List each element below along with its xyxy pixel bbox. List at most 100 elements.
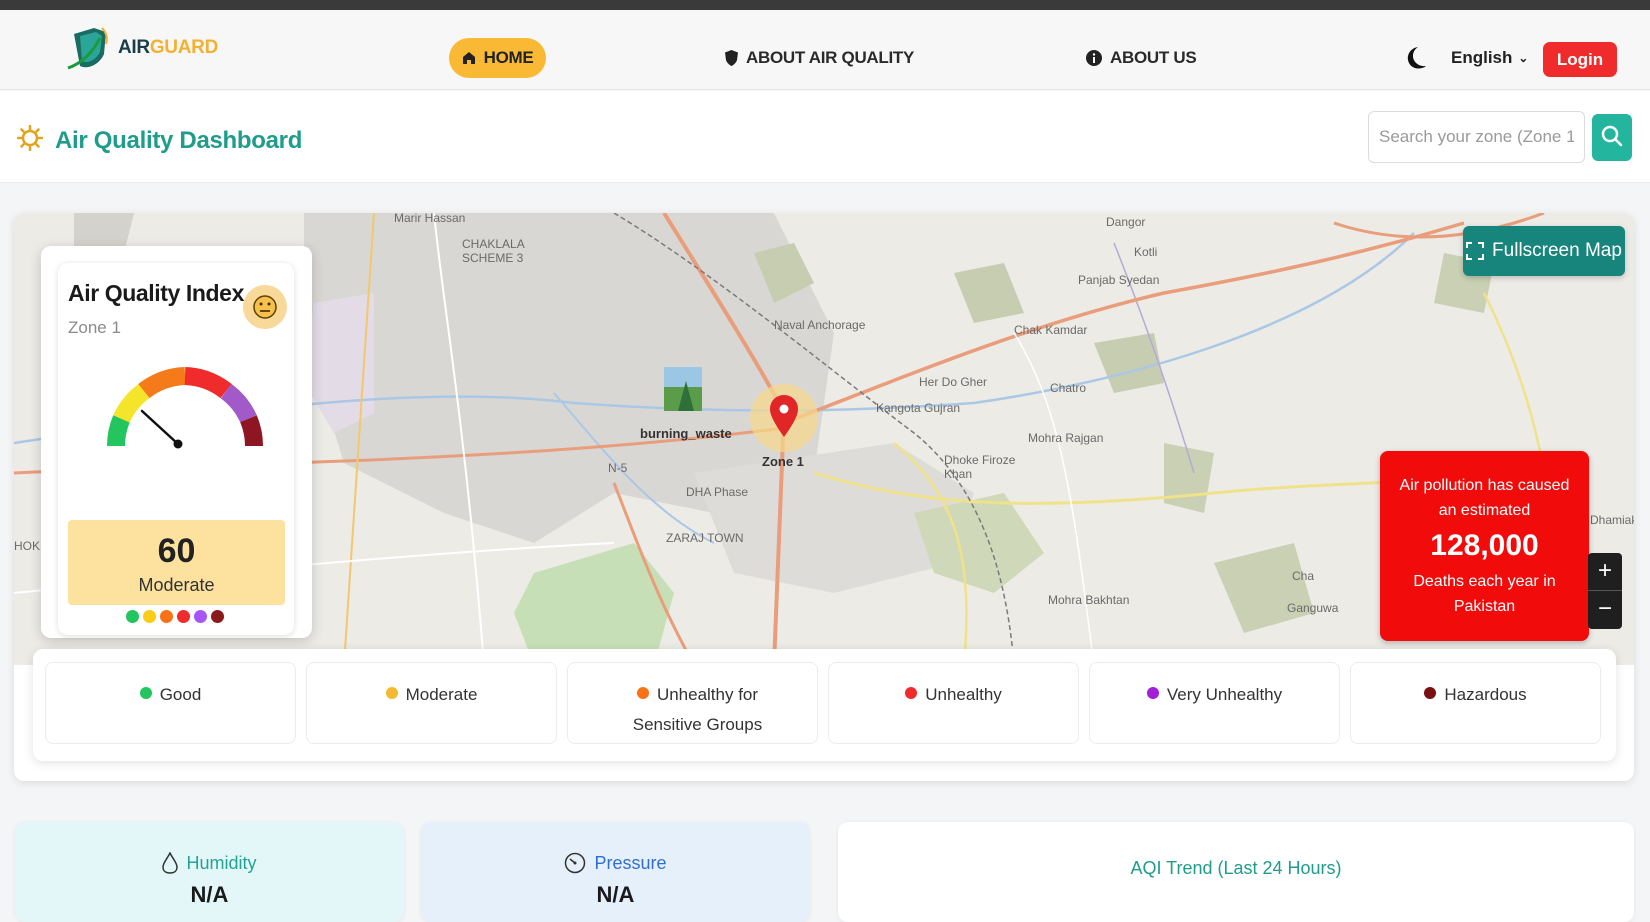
notice-intro-text: Air pollution has caused an estimated: [1399, 477, 1570, 519]
nav-about-air-quality-link[interactable]: ABOUT AIR QUALITY: [725, 38, 914, 78]
nav-home-label: HOME: [483, 48, 534, 67]
map-zoom-controls: + −: [1588, 553, 1622, 629]
map-place-label: Chak Kamdar: [1014, 323, 1088, 337]
legend-dot: [1424, 687, 1437, 699]
aqi-zone-label: Zone 1: [68, 318, 121, 337]
aqi-trend-card: AQI Trend (Last 24 Hours): [838, 822, 1634, 922]
map-place-label: Ganguwa: [1287, 601, 1339, 615]
legend-dot: [905, 687, 918, 699]
aqi-gauge: [107, 367, 263, 449]
legend-label: Very Unhealthy: [1166, 685, 1283, 704]
aqi-dot: [211, 610, 224, 623]
humidity-card: Humidity N/A: [15, 822, 404, 922]
legend-label: Unhealthy for Sensitive Groups: [632, 685, 763, 734]
dashboard-header: Air Quality Dashboard: [0, 91, 1650, 183]
map-place-label: Mohra Rajgan: [1028, 431, 1104, 445]
brand-name: AIRGUARD: [118, 37, 218, 58]
pollution-deaths-notice: Air pollution has caused an estimated 12…: [1380, 451, 1589, 641]
map-pin-icon[interactable]: [768, 395, 798, 435]
page-title: Air Quality Dashboard: [16, 124, 303, 156]
map-place-label: DHA Phase: [686, 485, 749, 499]
aqi-title: Air Quality Index: [68, 280, 244, 306]
nav-home-button[interactable]: HOME: [449, 38, 546, 78]
aqi-value: 60: [157, 532, 196, 570]
home-icon: [462, 51, 476, 65]
map-place-label: N-5: [608, 461, 628, 475]
page-title-text: Air Quality Dashboard: [55, 126, 303, 154]
search-icon: [1601, 125, 1623, 150]
login-button[interactable]: Login: [1543, 42, 1617, 77]
window-top-strip: [0, 0, 1650, 10]
aqi-dot: [143, 610, 156, 623]
pressure-label: Pressure: [594, 852, 667, 873]
nav-about-us-label: ABOUT US: [1110, 48, 1197, 67]
notice-outro-text: Deaths each year in Pakistan: [1413, 573, 1556, 615]
map-place-label: Naval Anchorage: [774, 318, 866, 332]
map-place-label: Panjab Syedan: [1078, 273, 1160, 287]
aqi-legend: Good Moderate Unhealthy for Sensitive Gr…: [33, 649, 1616, 761]
water-drop-icon: [162, 852, 179, 874]
nav-about-air-quality-label: ABOUT AIR QUALITY: [746, 48, 915, 67]
legend-label: Unhealthy: [925, 685, 1002, 704]
humidity-label: Humidity: [186, 852, 257, 873]
map-place-label: ZARAJ TOWN: [666, 531, 744, 545]
aqi-dot: [126, 610, 139, 623]
shield-leaf-logo-icon: [67, 27, 108, 70]
language-selector[interactable]: English ⌄: [1451, 48, 1528, 68]
zoom-in-button[interactable]: +: [1588, 553, 1622, 591]
zone-search-input[interactable]: [1368, 111, 1585, 163]
fullscreen-map-label: Fullscreen Map: [1492, 240, 1622, 261]
map-place-label: Marir Hassan: [394, 213, 466, 225]
info-icon: [1086, 50, 1102, 66]
map-place-label: Kotli: [1134, 245, 1158, 259]
legend-label: Hazardous: [1444, 685, 1527, 704]
map-place-label: Dangor: [1106, 215, 1146, 229]
legend-label: Moderate: [405, 685, 478, 704]
brand-logo[interactable]: AIRGUARD: [66, 24, 218, 72]
fullscreen-map-button[interactable]: Fullscreen Map: [1463, 226, 1625, 276]
legend-item-moderate: Moderate: [306, 662, 557, 744]
expand-icon: [1466, 242, 1485, 260]
legend-item-unhealthy-sensitive: Unhealthy for Sensitive Groups: [567, 662, 818, 744]
language-label: English: [1451, 48, 1513, 67]
map-place-label: Mohra Bakhtan: [1048, 593, 1130, 607]
zoom-out-button[interactable]: −: [1588, 591, 1622, 629]
humidity-value: N/A: [190, 882, 229, 907]
nav-about-us-link[interactable]: ABOUT US: [1086, 38, 1197, 78]
pressure-value: N/A: [596, 882, 635, 907]
legend-item-very-unhealthy: Very Unhealthy: [1089, 662, 1340, 744]
chevron-down-icon: ⌄: [1518, 51, 1529, 65]
neutral-face-icon: [243, 285, 287, 329]
legend-dot: [385, 687, 398, 699]
map-place-label: CHAKLALA SCHEME 3: [462, 237, 525, 265]
legend-item-hazardous: Hazardous: [1350, 662, 1601, 744]
sun-icon: [16, 124, 44, 156]
map-place-label: Cha: [1292, 569, 1315, 583]
gauge-icon: [564, 852, 586, 874]
pollution-source-label: burning_waste: [640, 426, 732, 441]
aqi-level: Moderate: [138, 575, 215, 595]
map-place-label: Her Do Gher: [919, 375, 988, 389]
map-place-label: Dhoke Firoze Khan: [944, 453, 1016, 481]
aqi-trend-title: AQI Trend (Last 24 Hours): [1130, 858, 1342, 878]
aqi-value-box: 60 Moderate: [68, 520, 285, 605]
search-button[interactable]: [1592, 114, 1632, 161]
dark-mode-toggle-moon-icon[interactable]: [1404, 46, 1426, 75]
legend-label: Good: [159, 685, 202, 704]
top-navbar: AIRGUARD HOME ABOUT AIR QUALITY ABOUT US…: [0, 10, 1650, 90]
legend-dot: [1146, 687, 1159, 699]
legend-dot: [139, 687, 152, 699]
map-place-label: Dhamiak: [1590, 513, 1634, 527]
shield-icon: [725, 50, 738, 66]
legend-item-good: Good: [45, 662, 296, 744]
aqi-color-dots: [126, 610, 224, 623]
legend-dot: [636, 687, 649, 699]
map-place-label: Chatro: [1050, 381, 1087, 395]
notice-number: 128,000: [1430, 529, 1539, 562]
zone-marker-label: Zone 1: [762, 454, 804, 469]
map-place-label: Kangota Gujran: [876, 401, 961, 415]
aqi-dot: [194, 610, 207, 623]
legend-item-unhealthy: Unhealthy: [828, 662, 1079, 744]
pressure-card: Pressure N/A: [421, 822, 810, 922]
map-place-label: HOK: [14, 539, 41, 553]
